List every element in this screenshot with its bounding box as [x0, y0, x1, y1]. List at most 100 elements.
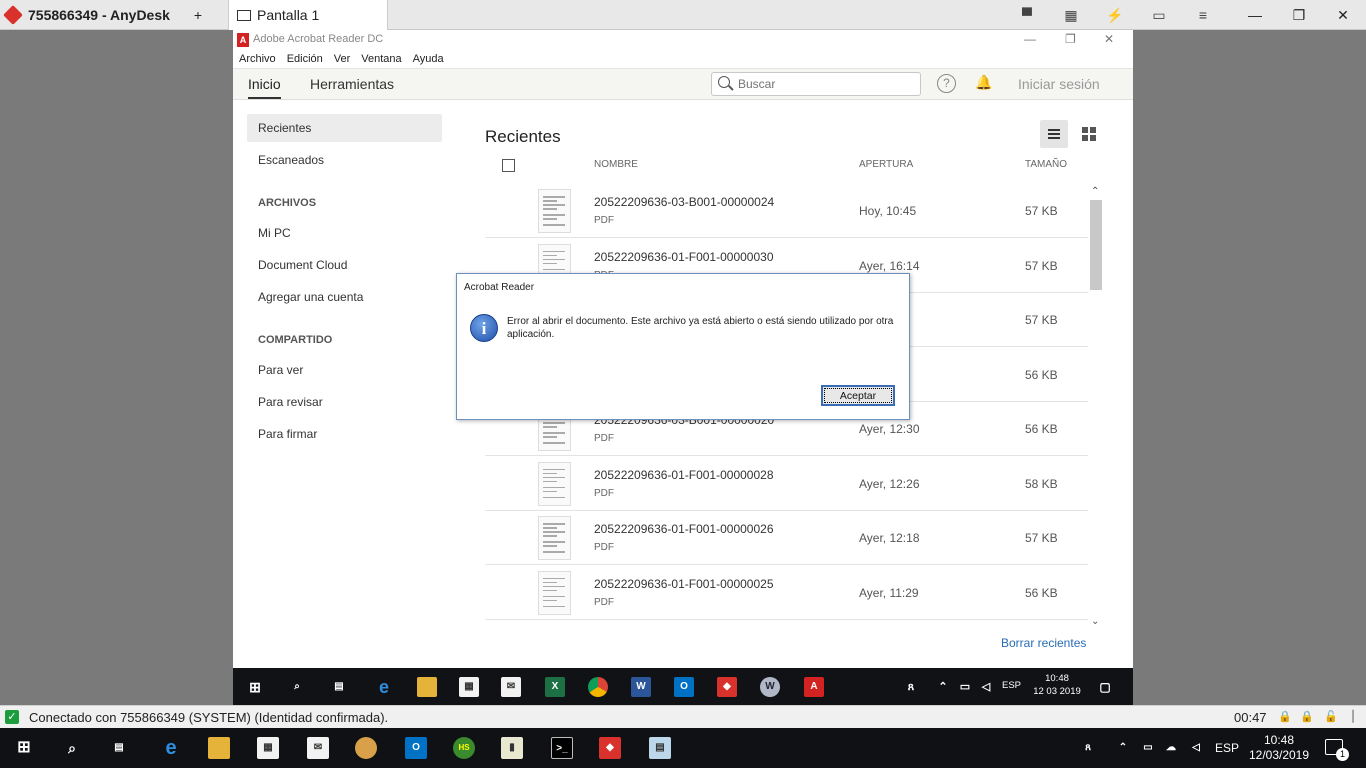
- chat-icon[interactable]: ▀: [1018, 6, 1036, 24]
- search-box[interactable]: [711, 72, 921, 96]
- remote-clock[interactable]: 10:48 12 03 2019: [1029, 672, 1085, 698]
- start-icon[interactable]: ⊞: [13, 737, 35, 759]
- search-input[interactable]: [738, 75, 908, 93]
- remote-acrobat-icon[interactable]: A: [804, 677, 824, 697]
- volume-muted-icon[interactable]: ◁: [1185, 737, 1207, 759]
- remote-outlook-icon[interactable]: O: [674, 677, 694, 697]
- sidebar-item-mi-pc[interactable]: Mi PC: [247, 219, 442, 247]
- remote-edge-icon[interactable]: e: [374, 677, 394, 697]
- paint-icon[interactable]: [355, 737, 377, 759]
- tab-session[interactable]: 755866349 - AnyDesk: [0, 0, 183, 30]
- sidebar-item-escaneados[interactable]: Escaneados: [247, 146, 442, 174]
- tab-inicio[interactable]: Inicio: [248, 76, 281, 99]
- keyboard-icon[interactable]: ▦: [1062, 6, 1080, 24]
- sidebar-item-document-cloud[interactable]: Document Cloud: [247, 251, 442, 279]
- menu-edicion[interactable]: Edición: [287, 50, 323, 68]
- remote-app-icon[interactable]: W: [760, 677, 780, 697]
- new-tab-button[interactable]: +: [188, 0, 208, 30]
- menu-ventana[interactable]: Ventana: [361, 50, 401, 68]
- notification-center-icon[interactable]: 1: [1325, 739, 1349, 761]
- remote-anydesk-icon[interactable]: ◆: [717, 677, 737, 697]
- pin-icon[interactable]: ┃: [1347, 711, 1359, 723]
- bell-icon[interactable]: 🔔: [975, 74, 992, 90]
- acrobat-close-button[interactable]: ✕: [1104, 32, 1114, 46]
- column-header-size[interactable]: TAMAÑO: [1025, 159, 1067, 170]
- sidebar-item-recientes[interactable]: Recientes: [247, 114, 442, 142]
- remote-network-icon[interactable]: ▭: [955, 677, 975, 697]
- remote-chrome-icon[interactable]: [588, 677, 608, 697]
- clock[interactable]: 10:48 12/03/2019: [1246, 733, 1312, 763]
- hs-app-icon[interactable]: HS: [453, 737, 475, 759]
- remote-excel-icon[interactable]: X: [545, 677, 565, 697]
- minimize-button[interactable]: —: [1232, 0, 1278, 30]
- remote-explorer-icon[interactable]: [417, 677, 437, 697]
- remote-taskview-icon[interactable]: ▤: [329, 677, 349, 697]
- remote-volume-icon[interactable]: ◁: [976, 677, 996, 697]
- lock-icon[interactable]: 🔒: [1278, 711, 1292, 723]
- menu-icon[interactable]: ≡: [1194, 6, 1212, 24]
- scroll-up-icon[interactable]: ⌃: [1091, 186, 1099, 197]
- menu-ayuda[interactable]: Ayuda: [413, 50, 444, 68]
- taskview-icon[interactable]: ▤: [108, 737, 130, 759]
- table-row[interactable]: 20522209636-01-F001-00000028 PDF Ayer, 12:…: [485, 457, 1088, 511]
- actions-icon[interactable]: ⚡: [1106, 6, 1124, 24]
- remote-screen[interactable]: A Adobe Acrobat Reader DC — ❐ ✕ Archivo …: [233, 30, 1133, 705]
- table-row[interactable]: 20522209636-01-F001-00000025 PDF Ayer, 11:…: [485, 566, 1088, 620]
- menu-ver[interactable]: Ver: [334, 50, 351, 68]
- menu-archivo[interactable]: Archivo: [239, 50, 276, 68]
- table-row[interactable]: 20522209636-01-F001-00000026 PDF Ayer, 12:…: [485, 511, 1088, 565]
- acrobat-restore-button[interactable]: ❐: [1065, 32, 1076, 46]
- column-header-name[interactable]: NOMBRE: [594, 159, 638, 170]
- anydesk-icon[interactable]: ◆: [599, 737, 621, 759]
- remote-tray-chevron-icon[interactable]: ⌃: [933, 677, 953, 697]
- lang-indicator[interactable]: ESP: [1215, 741, 1239, 755]
- remote-store-icon[interactable]: ▦: [459, 677, 479, 697]
- list-view-icon[interactable]: [1040, 120, 1068, 148]
- dialog-message: Error al abrir el documento. Este archiv…: [507, 316, 894, 340]
- remote-notification-icon[interactable]: ▢: [1095, 677, 1115, 697]
- explorer-icon[interactable]: [208, 737, 230, 759]
- network-icon[interactable]: ▭: [1137, 737, 1159, 759]
- terminal-icon[interactable]: >_: [551, 737, 573, 759]
- ok-button[interactable]: Aceptar: [821, 385, 895, 406]
- lock-closed-icon[interactable]: 🔒: [1300, 711, 1314, 723]
- tab-screen[interactable]: Pantalla 1: [228, 0, 388, 30]
- outlook-icon[interactable]: O: [405, 737, 427, 759]
- tray-chevron-icon[interactable]: ⌃: [1112, 737, 1134, 759]
- sidebar-item-para-ver[interactable]: Para ver: [247, 356, 442, 384]
- people-icon[interactable]: ጸ: [1077, 737, 1099, 759]
- remote-start-icon[interactable]: ⊞: [245, 677, 265, 697]
- signin-link[interactable]: Iniciar sesión: [1018, 76, 1100, 92]
- remote-people-icon[interactable]: ጸ: [901, 677, 921, 697]
- remote-mail-icon[interactable]: ✉: [501, 677, 521, 697]
- mail-icon[interactable]: ✉: [307, 737, 329, 759]
- remote-lang-indicator[interactable]: ESP: [1002, 680, 1021, 691]
- column-header-opened[interactable]: APERTURA: [859, 159, 913, 170]
- sidebar-item-agregar-cuenta[interactable]: Agregar una cuenta: [247, 283, 442, 311]
- sidebar-item-para-revisar[interactable]: Para revisar: [247, 388, 442, 416]
- select-all-checkbox[interactable]: [502, 159, 515, 172]
- onedrive-icon[interactable]: ☁: [1160, 737, 1182, 759]
- unlock-icon[interactable]: 🔓: [1324, 711, 1338, 723]
- display-icon[interactable]: ▭: [1150, 6, 1168, 24]
- search-icon[interactable]: ⌕: [61, 737, 83, 759]
- acrobat-minimize-button[interactable]: —: [1024, 32, 1036, 46]
- table-row[interactable]: [485, 620, 1088, 630]
- grid-view-icon[interactable]: [1082, 127, 1097, 142]
- store-icon[interactable]: ▦: [257, 737, 279, 759]
- remote-word-icon[interactable]: W: [631, 677, 651, 697]
- chart-app-icon[interactable]: ▮: [501, 737, 523, 759]
- scrollbar-thumb[interactable]: [1090, 200, 1102, 290]
- remote-search-icon[interactable]: ⌕: [287, 677, 307, 697]
- sidebar-item-para-firmar[interactable]: Para firmar: [247, 420, 442, 448]
- file-opened: Ayer, 11:29: [859, 585, 919, 600]
- table-row[interactable]: 20522209636-03-B001-00000024 PDF Hoy, 10:4…: [485, 184, 1088, 238]
- clear-recent-link[interactable]: Borrar recientes: [1001, 636, 1086, 650]
- restore-button[interactable]: ❐: [1276, 0, 1322, 30]
- help-icon[interactable]: ?: [937, 74, 956, 93]
- tab-herramientas[interactable]: Herramientas: [310, 76, 394, 92]
- scroll-down-icon[interactable]: ⌄: [1091, 616, 1099, 627]
- close-button[interactable]: ✕: [1320, 0, 1366, 30]
- notepad-icon[interactable]: ▤: [649, 737, 671, 759]
- edge-icon[interactable]: e: [160, 737, 182, 759]
